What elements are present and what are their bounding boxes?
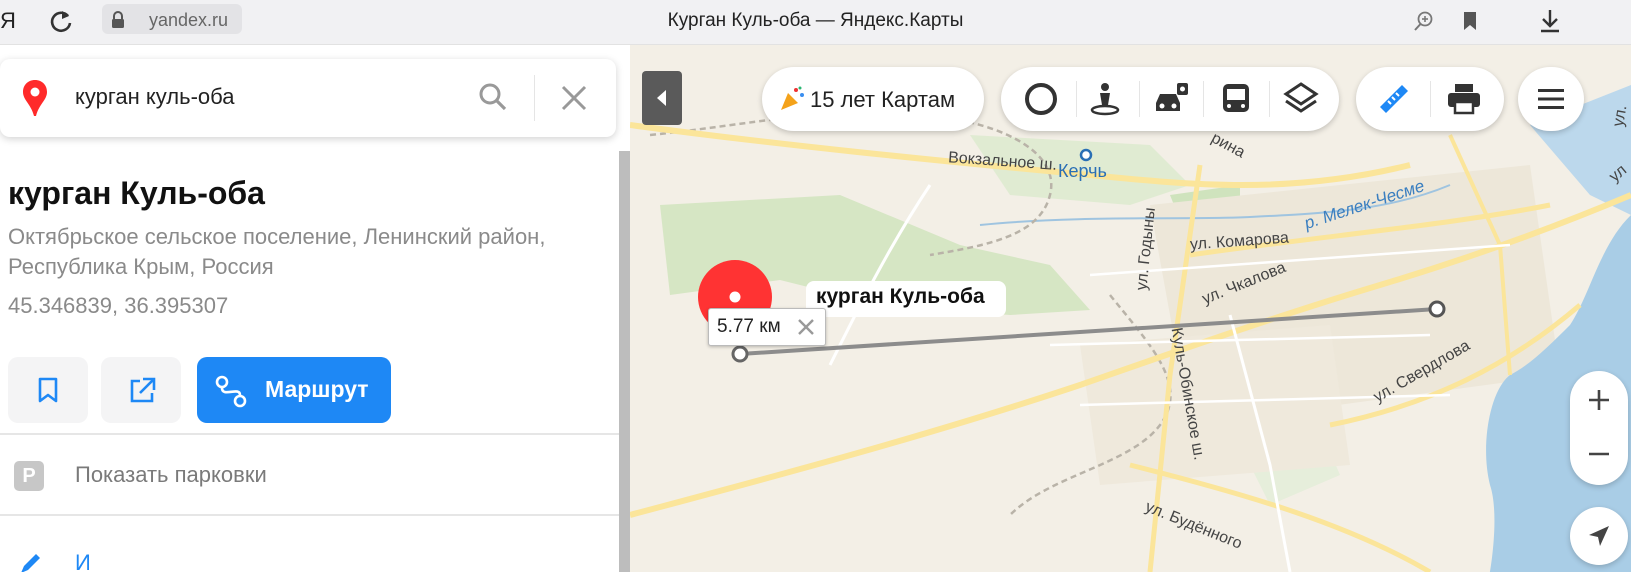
- zoom-in-page-icon[interactable]: [1413, 10, 1435, 32]
- tools-controls: [1356, 67, 1504, 131]
- edit-icon: [21, 554, 40, 572]
- ruler-icon[interactable]: [1374, 79, 1414, 119]
- place-title: курган Куль-оба: [8, 175, 265, 211]
- parking-icon: P: [14, 461, 44, 491]
- route-button[interactable]: Маршрут: [197, 357, 391, 423]
- search-divider: [534, 75, 535, 121]
- bookmark-icon[interactable]: [1459, 10, 1481, 32]
- distance-value: 5.77 км: [717, 316, 781, 337]
- station-icon: [1079, 148, 1093, 162]
- street-label: ул.: [1609, 103, 1631, 128]
- zoom-in-icon[interactable]: [1586, 387, 1612, 413]
- collapse-panel-icon: [657, 90, 666, 106]
- share-icon: [130, 377, 156, 403]
- collapse-panel-button[interactable]: [642, 71, 682, 125]
- city-label[interactable]: Керчь: [1058, 161, 1107, 182]
- place-address: Октябрьское сельское поселение, Ленински…: [8, 224, 546, 279]
- route-button-label: Маршрут: [265, 376, 369, 402]
- layer-controls: [1001, 67, 1339, 131]
- route-icon: [215, 375, 247, 408]
- close-icon[interactable]: [560, 84, 588, 112]
- search-box: курган куль-оба: [0, 59, 616, 137]
- divider: [0, 514, 620, 516]
- search-input[interactable]: курган куль-оба: [75, 84, 234, 110]
- show-parking-link[interactable]: Показать парковки: [75, 462, 267, 488]
- divider: [0, 433, 620, 435]
- place-panel: курган куль-оба курган Куль-оба Октябрьс…: [0, 45, 630, 572]
- close-icon[interactable]: [797, 318, 815, 336]
- save-bookmark-button[interactable]: [8, 357, 88, 423]
- street-view-icon[interactable]: [1085, 79, 1125, 119]
- address-url[interactable]: yandex.ru: [149, 10, 228, 31]
- print-icon[interactable]: [1444, 79, 1484, 119]
- measure-start-point[interactable]: [731, 345, 749, 363]
- map-view[interactable]: Вокзальное ш. Керчь р. Мелек-Чесме ул. К…: [630, 45, 1631, 572]
- zoom-out-icon[interactable]: [1586, 441, 1612, 467]
- measure-end-point[interactable]: [1428, 300, 1446, 318]
- bookmark-icon: [38, 377, 58, 403]
- panorama-icon[interactable]: [1021, 79, 1061, 119]
- party-popper-icon: [781, 86, 804, 110]
- browser-logo[interactable]: Я: [0, 8, 16, 34]
- traffic-icon[interactable]: [1151, 79, 1191, 119]
- zoom-control: [1570, 371, 1628, 485]
- menu-icon: [1538, 89, 1564, 109]
- yandex-pin-icon: [23, 80, 47, 116]
- lock-icon: [112, 11, 124, 28]
- browser-bar: Я yandex.ru Курган Куль-оба — Яндекс.Кар…: [0, 0, 1631, 45]
- pin-label-bubble[interactable]: курган Куль-оба: [806, 281, 1006, 317]
- geolocation-icon: [1589, 526, 1609, 546]
- pin-label: курган Куль-оба: [816, 285, 985, 308]
- download-icon[interactable]: [1538, 8, 1562, 34]
- anniversary-label: 15 лет Картам: [810, 87, 956, 112]
- search-icon[interactable]: [478, 82, 508, 112]
- panel-scrollbar[interactable]: [619, 151, 630, 572]
- tab-title: Курган Куль-оба — Яндекс.Карты: [667, 10, 964, 31]
- reload-icon[interactable]: [48, 9, 74, 35]
- anniversary-button[interactable]: 15 лет Картам: [762, 67, 984, 131]
- geolocation-button[interactable]: [1570, 507, 1628, 565]
- share-button[interactable]: [101, 357, 181, 423]
- distance-box: 5.77 км: [708, 308, 826, 346]
- transit-icon[interactable]: [1216, 79, 1256, 119]
- next-list-item[interactable]: И: [75, 550, 91, 572]
- menu-button[interactable]: [1518, 67, 1584, 131]
- layers-icon[interactable]: [1281, 79, 1321, 119]
- place-coordinates[interactable]: 45.346839, 36.395307: [8, 293, 228, 319]
